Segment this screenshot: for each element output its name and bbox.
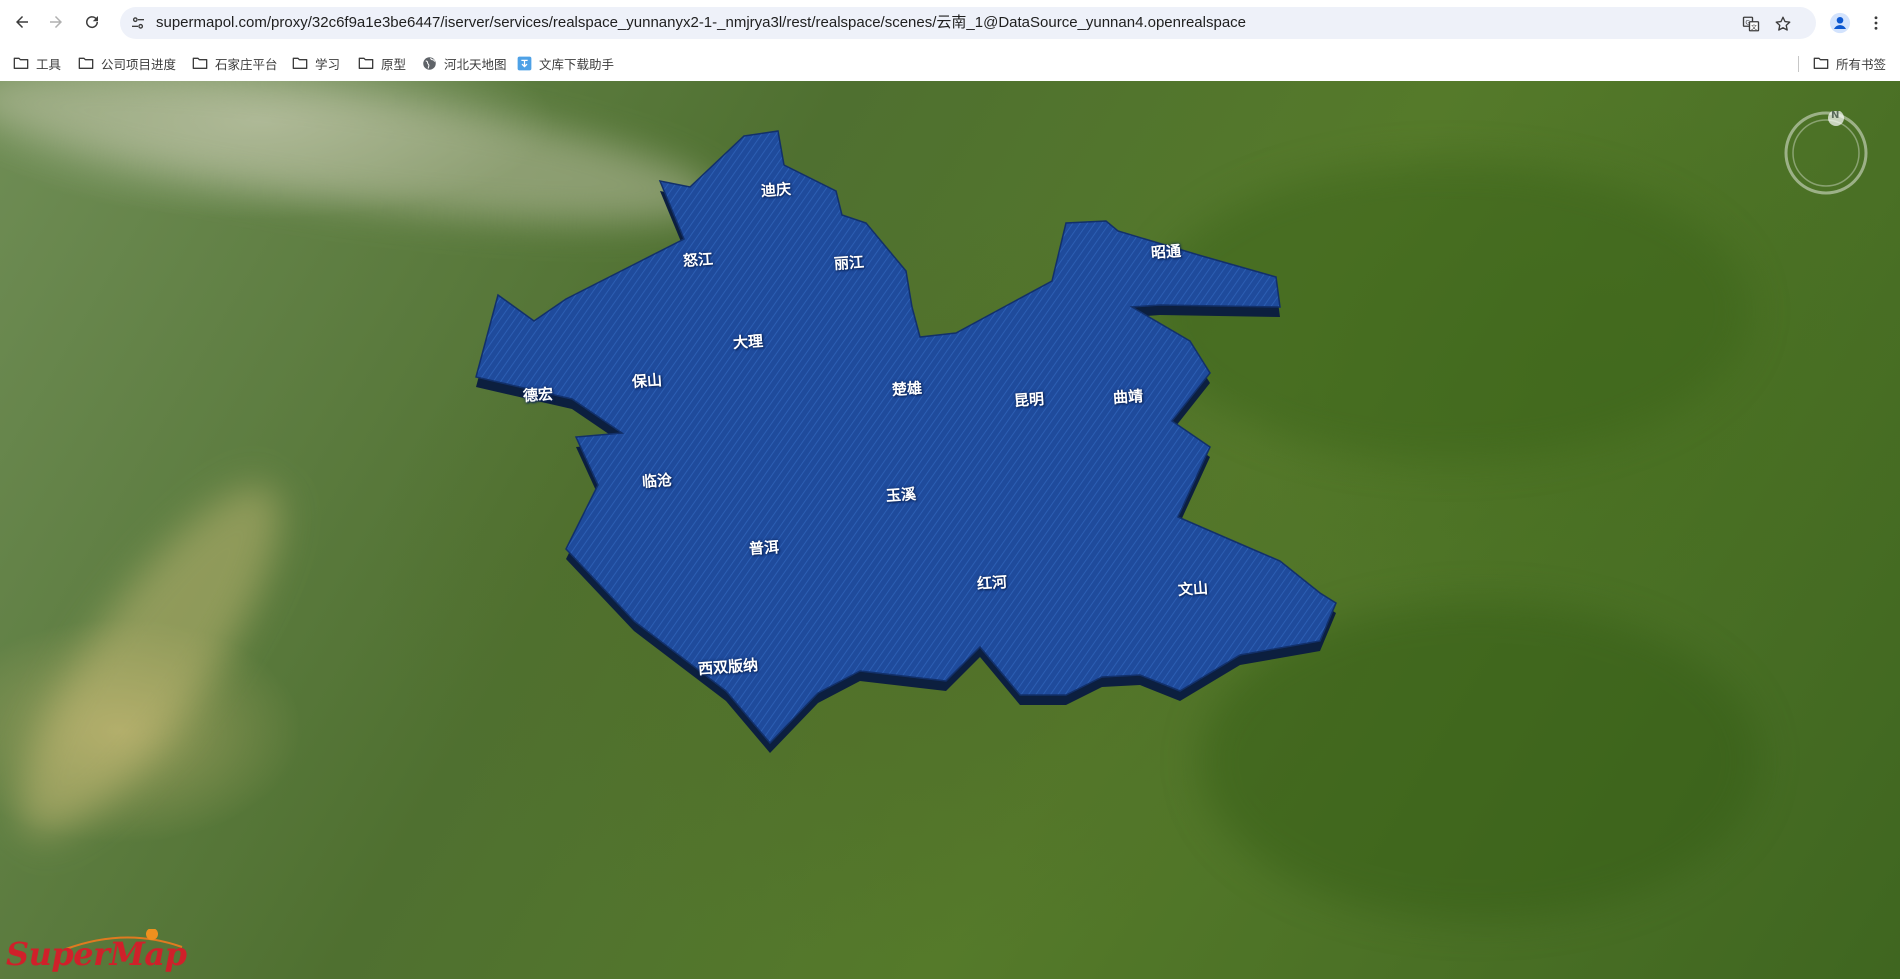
- supermap-logo: SuperMap: [6, 929, 196, 975]
- translate-icon: G 文: [1742, 16, 1760, 32]
- compass-ring-icon: [1784, 110, 1868, 195]
- city-label-honghe[interactable]: 红河: [976, 571, 1007, 594]
- profile-button[interactable]: [1826, 9, 1854, 37]
- arrow-left-icon: [16, 16, 28, 28]
- bookmark-star-button[interactable]: [1772, 13, 1794, 35]
- bookmark-label: 公司项目进度: [101, 56, 177, 72]
- bookmarks-separator: [1798, 56, 1799, 72]
- svg-text:文: 文: [1751, 23, 1757, 31]
- city-label-chuxiong[interactable]: 楚雄: [891, 377, 922, 400]
- bookmark-project-progress[interactable]: 公司项目进度: [78, 52, 176, 74]
- globe-icon: [423, 56, 436, 70]
- city-label-wenshan[interactable]: 文山: [1177, 577, 1208, 600]
- address-bar[interactable]: supermapol.com/proxy/32c6f9a1e3be6447/is…: [120, 7, 1816, 39]
- bookmark-label: 石家庄平台: [215, 56, 278, 72]
- bookmark-label: 学习: [315, 56, 341, 72]
- city-label-zhaotong[interactable]: 昭通: [1150, 240, 1181, 263]
- city-label-lijiang[interactable]: 丽江: [833, 251, 864, 274]
- logo-text: SuperMap: [6, 935, 187, 973]
- folder-icon: [13, 57, 29, 70]
- tune-icon: [132, 17, 144, 29]
- arrow-right-icon: [50, 16, 62, 28]
- city-label-diqing[interactable]: 迪庆: [760, 178, 791, 201]
- reload-button[interactable]: [78, 8, 106, 36]
- bookmark-hebei-tianditu[interactable]: 河北天地图: [422, 52, 507, 74]
- app-icon: [517, 56, 532, 70]
- city-label-dehong[interactable]: 德宏: [522, 383, 553, 406]
- all-bookmarks-label: 所有书签: [1836, 56, 1887, 72]
- url-text[interactable]: supermapol.com/proxy/32c6f9a1e3be6447/is…: [156, 15, 1246, 31]
- star-icon: [1775, 16, 1791, 31]
- city-label-qujing[interactable]: 曲靖: [1112, 385, 1143, 408]
- map-scene-viewport[interactable]: 迪庆 怒江 丽江 昭通 大理 保山 德宏 楚雄 昆明 曲靖 临沧 玉溪 普洱 红…: [0, 81, 1900, 979]
- browser-menu-button[interactable]: [1862, 9, 1890, 37]
- bookmark-label: 河北天地图: [444, 56, 507, 72]
- folder-icon: [1813, 57, 1829, 70]
- city-label-yuxi[interactable]: 玉溪: [885, 483, 916, 506]
- city-label-xishuangbanna[interactable]: 西双版纳: [697, 654, 758, 679]
- bookmark-prototype[interactable]: 原型: [358, 52, 406, 74]
- city-label-baoshan[interactable]: 保山: [631, 369, 662, 392]
- more-vertical-icon: [1874, 16, 1878, 30]
- province-surface: [475, 130, 1337, 745]
- compass-north-label: N: [1831, 110, 1840, 121]
- city-label-puer[interactable]: 普洱: [748, 536, 779, 559]
- yunnan-province-map[interactable]: [0, 81, 1900, 979]
- city-label-dali[interactable]: 大理: [732, 330, 763, 353]
- all-bookmarks-button[interactable]: 所有书签: [1813, 52, 1886, 74]
- folder-icon: [192, 57, 208, 70]
- bookmark-label: 文库下载助手: [539, 56, 615, 72]
- city-label-kunming[interactable]: 昆明: [1013, 388, 1044, 411]
- bookmark-shijiazhuang-platform[interactable]: 石家庄平台: [192, 52, 278, 74]
- city-label-nujiang[interactable]: 怒江: [682, 248, 713, 271]
- translate-button[interactable]: G 文: [1740, 13, 1762, 35]
- person-icon: [1829, 12, 1851, 34]
- bookmark-wenku-helper[interactable]: 文库下载助手: [517, 52, 614, 74]
- back-button[interactable]: [8, 8, 36, 36]
- compass-control[interactable]: N: [1784, 110, 1868, 195]
- bookmark-label: 原型: [381, 56, 407, 72]
- browser-toolbar: supermapol.com/proxy/32c6f9a1e3be6447/is…: [0, 0, 1900, 46]
- folder-icon: [78, 57, 94, 70]
- forward-button[interactable]: [42, 8, 70, 36]
- bookmarks-bar: 工具 公司项目进度 石家庄平台 学习 原型 河北天地图 文库下载助手 所有书签: [0, 46, 1900, 81]
- bookmark-label: 工具: [36, 56, 62, 72]
- city-label-lincang[interactable]: 临沧: [641, 469, 672, 492]
- folder-icon: [358, 57, 374, 70]
- reload-icon: [86, 16, 99, 29]
- site-info-button[interactable]: [128, 13, 148, 33]
- bookmark-tools[interactable]: 工具: [13, 52, 61, 74]
- folder-icon: [292, 57, 308, 70]
- bookmark-study[interactable]: 学习: [292, 52, 340, 74]
